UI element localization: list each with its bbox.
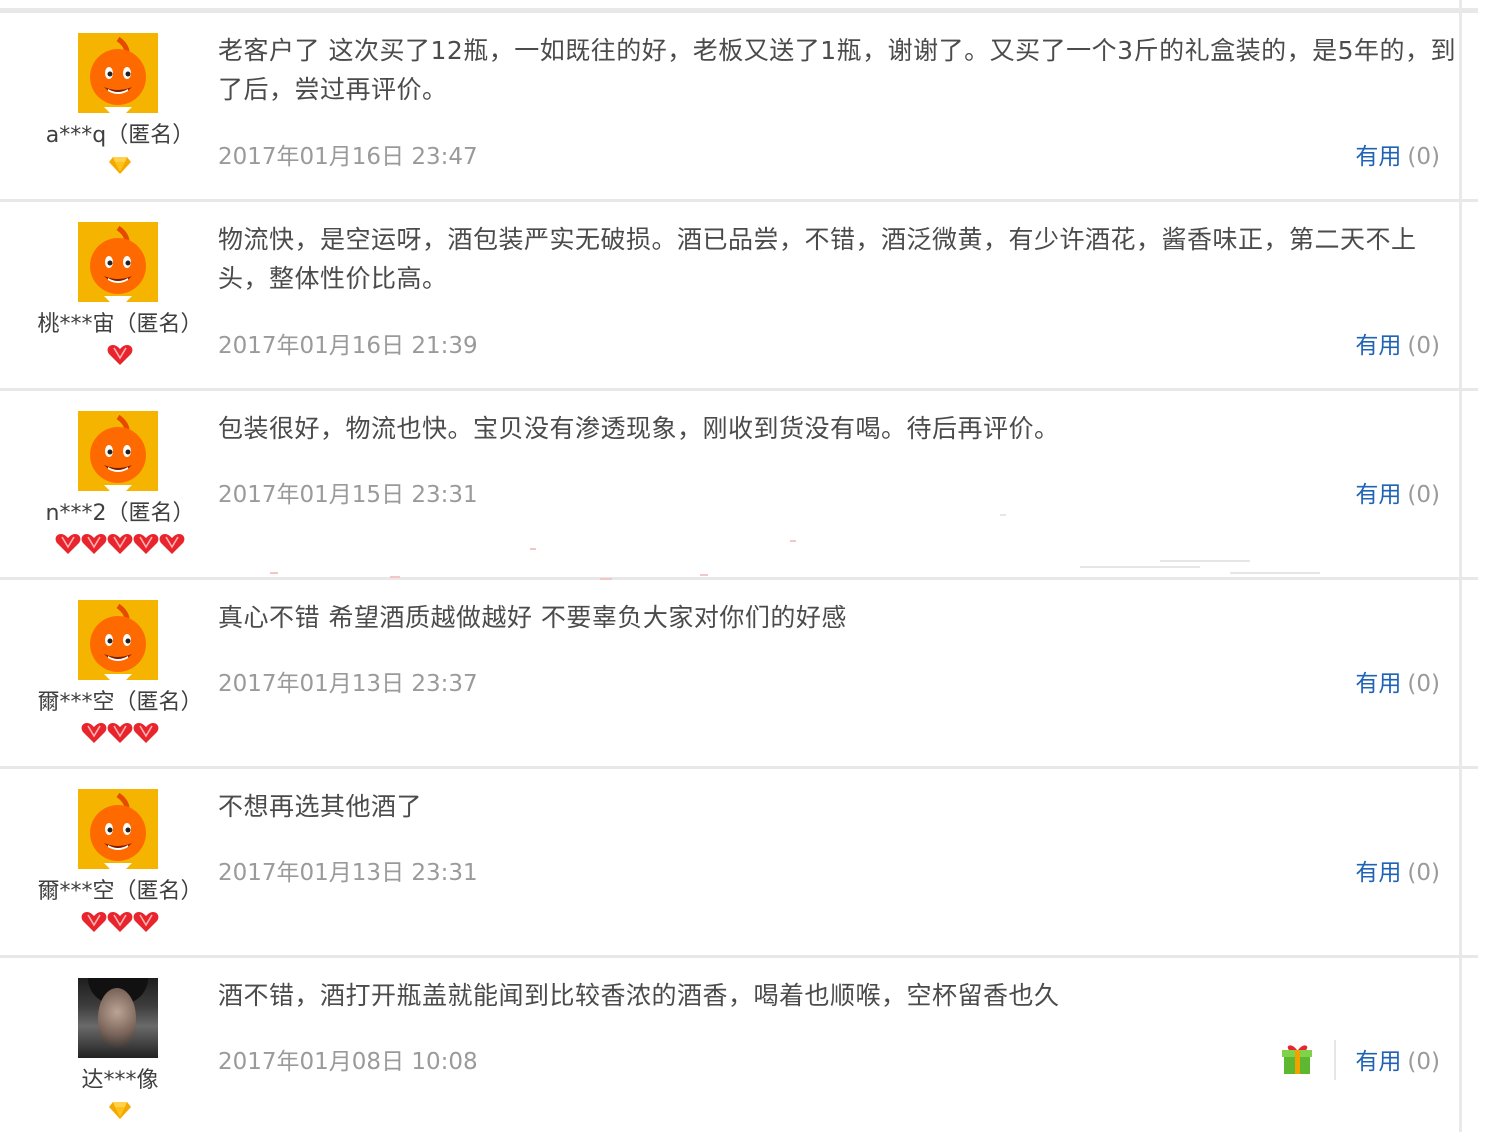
review-date: 2017年01月08日 10:08: [218, 1049, 478, 1075]
review-item: a***q（匿名） 老客户了 这次买了12瓶，一如既往的好，老板又送了1瓶，谢谢…: [0, 10, 1478, 198]
taobao-mascot-icon: [90, 603, 146, 680]
reviewer: 爾***空（匿名）: [0, 580, 240, 768]
reviewer-name: 爾***空（匿名）: [37, 690, 203, 715]
heart-icon: [81, 534, 107, 554]
useful-count: (0): [1407, 333, 1440, 359]
avatar[interactable]: [78, 222, 158, 302]
avatar[interactable]: [78, 600, 158, 680]
useful-label[interactable]: 有用: [1355, 482, 1401, 508]
useful-button[interactable]: 有用 (0): [1355, 475, 1440, 509]
useful-count: (0): [1407, 1049, 1440, 1075]
taobao-mascot-icon: [90, 414, 146, 491]
useful-button[interactable]: 有用 (0): [1355, 664, 1440, 698]
heart-icon: [107, 345, 133, 365]
reviewer-level: [0, 722, 240, 746]
reviewer-level: [0, 1100, 240, 1124]
review-item: 爾***空（匿名） 真心不错 希望酒质越做越好 不要辜负大家对你们的好感 201…: [0, 577, 1478, 765]
useful-button[interactable]: 有用 (0): [1355, 853, 1440, 887]
useful-count: (0): [1407, 144, 1440, 170]
divider: [1334, 1040, 1336, 1080]
useful-count: (0): [1407, 482, 1440, 508]
reviewer: a***q（匿名）: [0, 13, 240, 201]
avatar[interactable]: [78, 411, 158, 491]
review-text: 不想再选其他酒了: [218, 792, 423, 821]
avatar[interactable]: [78, 789, 158, 869]
heart-icon: [55, 534, 81, 554]
image-artifact: [270, 514, 1320, 580]
review-item: 桃***宙（匿名） 物流快，是空运呀，酒包装严实无破损。酒已品尝，不错，酒泛微黄…: [0, 199, 1478, 387]
heart-icon: [107, 723, 133, 743]
taobao-mascot-icon: [90, 225, 146, 302]
gift-icon[interactable]: [1280, 1042, 1314, 1076]
heart-icon: [81, 912, 107, 932]
reviewer-name: 达***像: [81, 1068, 159, 1093]
reviewer: 爾***空（匿名）: [0, 769, 240, 957]
heart-icon: [81, 723, 107, 743]
review-date: 2017年01月13日 23:31: [218, 860, 478, 886]
reviewer: 桃***宙（匿名）: [0, 202, 240, 390]
review-date: 2017年01月16日 23:47: [218, 144, 478, 170]
reviewer-level: [0, 155, 240, 179]
diamond-icon: [109, 1102, 131, 1119]
useful-label[interactable]: 有用: [1355, 333, 1401, 359]
review-list: a***q（匿名） 老客户了 这次买了12瓶，一如既往的好，老板又送了1瓶，谢谢…: [0, 0, 1478, 1132]
useful-button[interactable]: 有用 (0): [1355, 1042, 1440, 1076]
reviewer-level: [0, 344, 240, 368]
diamond-icon: [109, 157, 131, 174]
review-text: 包装很好，物流也快。宝贝没有渗透现象，刚收到货没有喝。待后再评价。: [218, 414, 1060, 443]
review-text: 老客户了 这次买了12瓶，一如既往的好，老板又送了1瓶，谢谢了。又买了一个3斤的…: [218, 36, 1456, 104]
reviewer-level: [0, 911, 240, 935]
reviewer-name: 桃***宙（匿名）: [37, 312, 203, 337]
avatar[interactable]: [78, 33, 158, 113]
review-text: 物流快，是空运呀，酒包装严实无破损。酒已品尝，不错，酒泛微黄，有少许酒花，酱香味…: [218, 225, 1417, 293]
review-text: 真心不错 希望酒质越做越好 不要辜负大家对你们的好感: [218, 603, 847, 632]
review-item: 达***像 酒不错，酒打开瓶盖就能闻到比较香浓的酒香，喝着也顺喉，空杯留香也久 …: [0, 955, 1478, 1132]
reviewer-name: 爾***空（匿名）: [37, 879, 203, 904]
taobao-mascot-icon: [90, 36, 146, 113]
useful-label[interactable]: 有用: [1355, 144, 1401, 170]
useful-label[interactable]: 有用: [1355, 1049, 1401, 1075]
useful-count: (0): [1407, 671, 1440, 697]
useful-count: (0): [1407, 860, 1440, 886]
heart-icon: [133, 912, 159, 932]
reviewer: 达***像: [0, 958, 240, 1146]
useful-label[interactable]: 有用: [1355, 671, 1401, 697]
heart-icon: [107, 912, 133, 932]
heart-icon: [107, 534, 133, 554]
avatar-photo-face: [98, 988, 136, 1048]
taobao-mascot-icon: [90, 792, 146, 869]
review-date: 2017年01月13日 23:37: [218, 671, 478, 697]
review-text: 酒不错，酒打开瓶盖就能闻到比较香浓的酒香，喝着也顺喉，空杯留香也久: [218, 981, 1060, 1010]
heart-icon: [133, 534, 159, 554]
useful-button[interactable]: 有用 (0): [1355, 137, 1440, 171]
useful-button[interactable]: 有用 (0): [1355, 326, 1440, 360]
review-item: 爾***空（匿名） 不想再选其他酒了 2017年01月13日 23:31 有用(…: [0, 766, 1478, 954]
useful-label[interactable]: 有用: [1355, 860, 1401, 886]
review-date: 2017年01月16日 21:39: [218, 333, 478, 359]
reviewer-name: a***q（匿名）: [45, 123, 195, 148]
avatar[interactable]: [78, 978, 158, 1058]
heart-icon: [133, 723, 159, 743]
